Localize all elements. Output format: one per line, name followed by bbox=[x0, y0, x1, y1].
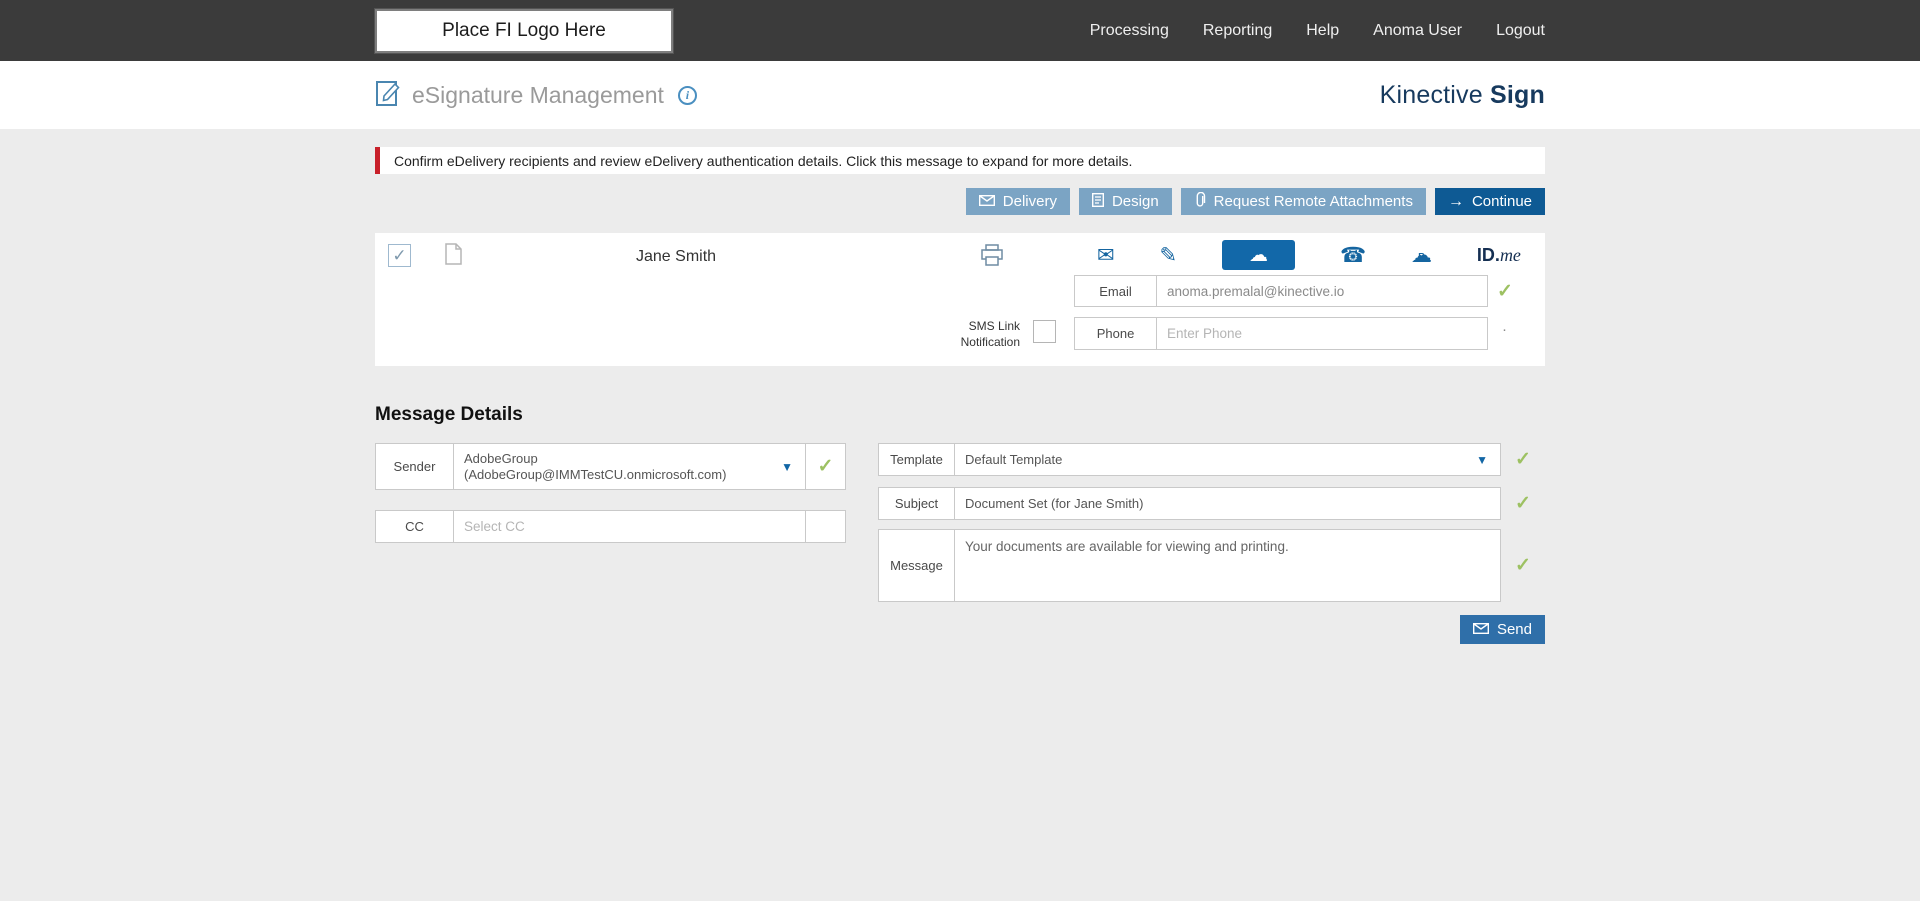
nav-user-menu[interactable]: Anoma User bbox=[1373, 22, 1462, 40]
message-details-section: Sender AdobeGroup (AdobeGroup@IMMTestCU.… bbox=[375, 443, 1545, 602]
sms-link-notification-label: SMS Link Notification bbox=[960, 319, 1020, 349]
sender-dropdown[interactable]: AdobeGroup (AdobeGroup@IMMTestCU.onmicro… bbox=[453, 443, 806, 490]
design-button[interactable]: Design bbox=[1078, 188, 1172, 215]
top-nav: Processing Reporting Help Anoma User Log… bbox=[1090, 22, 1545, 40]
phone-auth-icon[interactable]: ☎ bbox=[1340, 245, 1366, 266]
phone-input[interactable] bbox=[1156, 317, 1488, 350]
fi-logo-placeholder: Place FI Logo Here bbox=[375, 8, 673, 53]
page-header: eSignature Management i Kinective Sign bbox=[0, 61, 1920, 129]
subject-label: Subject bbox=[878, 487, 955, 520]
send-row: Send bbox=[375, 615, 1545, 644]
recipient-checkbox[interactable]: ✓ bbox=[388, 244, 411, 267]
page-title: eSignature Management bbox=[412, 81, 664, 108]
cloud-icon: ☁ bbox=[1249, 244, 1269, 266]
send-button[interactable]: Send bbox=[1459, 615, 1545, 644]
design-label: Design bbox=[1111, 193, 1159, 210]
cc-check-cell bbox=[805, 510, 846, 543]
sender-column: Sender AdobeGroup (AdobeGroup@IMMTestCU.… bbox=[375, 443, 846, 543]
nav-logout[interactable]: Logout bbox=[1496, 22, 1545, 40]
subject-valid-check-icon: ✓ bbox=[1515, 493, 1531, 514]
sms-notification-checkbox[interactable] bbox=[1033, 320, 1056, 343]
alert-text: Confirm eDelivery recipients and review … bbox=[394, 152, 1133, 169]
signature-pen-icon[interactable]: ✎ bbox=[1160, 245, 1178, 266]
template-dropdown[interactable]: Default Template ▼ bbox=[954, 443, 1501, 476]
action-toolbar: Delivery Design Request Remote Attachmen… bbox=[375, 188, 1545, 215]
document-status-icon bbox=[445, 243, 462, 270]
send-label: Send bbox=[1496, 621, 1532, 638]
template-row: Template Default Template ▼ ✓ bbox=[878, 443, 1545, 476]
main-content: Confirm eDelivery recipients and review … bbox=[0, 129, 1920, 644]
message-check-cell: ✓ bbox=[1501, 529, 1545, 602]
phone-label: Phone bbox=[1074, 317, 1157, 350]
nav-reporting[interactable]: Reporting bbox=[1203, 22, 1272, 40]
message-details-heading: Message Details bbox=[375, 404, 523, 425]
brand-kinective: Kinective bbox=[1379, 80, 1483, 109]
template-column: Template Default Template ▼ ✓ Subject Do… bbox=[878, 443, 1545, 602]
remote-cloud-icon[interactable]: ☁ R bbox=[1411, 245, 1432, 266]
subject-check-cell: ✓ bbox=[1501, 487, 1545, 520]
continue-arrow-icon: → bbox=[1447, 192, 1464, 210]
delivery-label: Delivery bbox=[1002, 193, 1057, 210]
cc-row: CC bbox=[375, 510, 846, 543]
nav-help[interactable]: Help bbox=[1306, 22, 1339, 40]
continue-button[interactable]: → Continue bbox=[1434, 188, 1545, 215]
send-envelope-icon bbox=[1472, 621, 1489, 638]
top-bar: Place FI Logo Here Processing Reporting … bbox=[0, 0, 1920, 61]
paperclip-icon bbox=[1194, 191, 1206, 212]
alert-banner[interactable]: Confirm eDelivery recipients and review … bbox=[375, 147, 1545, 174]
recipient-name: Jane Smith bbox=[636, 248, 717, 265]
message-row: Message Your documents are available for… bbox=[878, 529, 1545, 602]
message-valid-check-icon: ✓ bbox=[1515, 555, 1531, 576]
authentication-method-row: ✉ ✎ ☁ ☎ ☁ R ID.me bbox=[1097, 238, 1521, 272]
template-check-cell: ✓ bbox=[1501, 443, 1545, 476]
fi-logo-text: Place FI Logo Here bbox=[442, 19, 606, 41]
recipient-card: ✓ Jane Smith ✉ ✎ ☁ ☎ ☁ R ID.me Email ano… bbox=[375, 233, 1545, 366]
idme-logo[interactable]: ID.me bbox=[1477, 245, 1521, 266]
message-textarea[interactable]: Your documents are available for viewing… bbox=[954, 529, 1501, 602]
subject-field[interactable]: Document Set (for Jane Smith) bbox=[954, 487, 1501, 520]
template-valid-check-icon: ✓ bbox=[1515, 449, 1531, 470]
cc-input[interactable] bbox=[453, 510, 806, 543]
template-label: Template bbox=[878, 443, 955, 476]
sender-row: Sender AdobeGroup (AdobeGroup@IMMTestCU.… bbox=[375, 443, 846, 490]
template-dropdown-arrow-icon[interactable]: ▼ bbox=[1476, 453, 1488, 467]
message-label: Message bbox=[878, 529, 955, 602]
email-valid-check-icon: ✓ bbox=[1497, 281, 1513, 302]
sender-dropdown-arrow-icon[interactable]: ▼ bbox=[781, 460, 793, 474]
request-remote-attachments-label: Request Remote Attachments bbox=[1213, 193, 1413, 210]
phone-status-dot: · bbox=[1502, 321, 1507, 338]
delivery-button[interactable]: Delivery bbox=[965, 188, 1070, 215]
cc-label: CC bbox=[375, 510, 454, 543]
delivery-envelope-icon bbox=[978, 193, 995, 210]
email-auth-icon[interactable]: ✉ bbox=[1097, 245, 1115, 266]
request-remote-attachments-button[interactable]: Request Remote Attachments bbox=[1180, 188, 1426, 215]
email-input[interactable] bbox=[1156, 275, 1488, 307]
brand-logo: Kinective Sign bbox=[1380, 81, 1545, 110]
brand-sign: Sign bbox=[1490, 80, 1545, 109]
sender-valid-check-icon: ✓ bbox=[817, 456, 834, 477]
esignature-doc-icon bbox=[375, 79, 401, 112]
sender-label: Sender bbox=[375, 443, 454, 490]
info-icon[interactable]: i bbox=[677, 85, 697, 105]
design-doc-icon bbox=[1091, 192, 1104, 211]
email-label: Email bbox=[1074, 275, 1157, 307]
nav-processing[interactable]: Processing bbox=[1090, 22, 1169, 40]
cloud-signature-icon-selected[interactable]: ☁ bbox=[1222, 240, 1296, 270]
continue-label: Continue bbox=[1471, 193, 1532, 210]
subject-row: Subject Document Set (for Jane Smith) ✓ bbox=[878, 487, 1545, 520]
sender-check-cell: ✓ bbox=[805, 443, 846, 490]
checkbox-check-icon: ✓ bbox=[392, 245, 407, 265]
printer-icon[interactable] bbox=[980, 244, 1004, 271]
